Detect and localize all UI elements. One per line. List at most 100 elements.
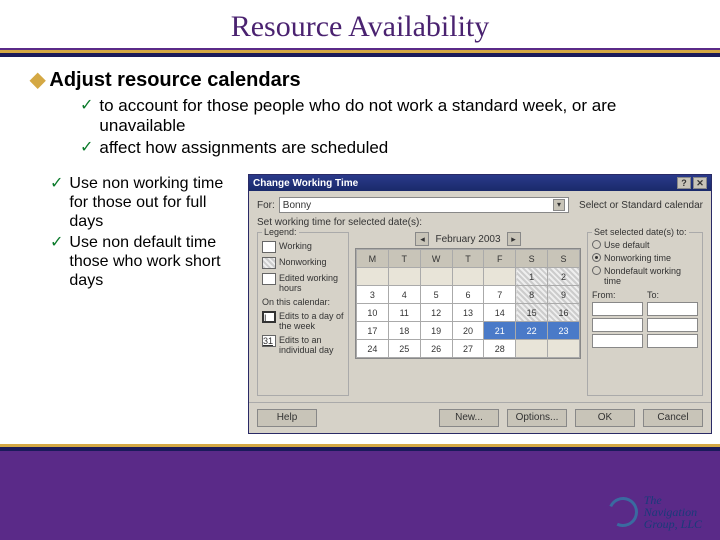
help-icon[interactable]: ? bbox=[677, 177, 691, 189]
legend-swatch-working bbox=[262, 241, 276, 253]
calendar-day[interactable]: 10 bbox=[357, 304, 389, 322]
calendar-day[interactable]: 28 bbox=[484, 340, 516, 358]
calendar-grid[interactable]: MTWTFSS123456789101112131415161718192021… bbox=[355, 248, 581, 359]
to-input[interactable] bbox=[647, 334, 698, 348]
opts-title: Set selected date(s) to: bbox=[592, 227, 689, 237]
next-month-button[interactable]: ▸ bbox=[507, 232, 521, 246]
calendar-day[interactable]: 19 bbox=[420, 322, 452, 340]
prev-month-button[interactable]: ◂ bbox=[415, 232, 429, 246]
for-select-value: Bonny bbox=[283, 200, 311, 211]
sub-bullet-text: Use non default time those who work shor… bbox=[69, 233, 240, 290]
dialog-title: Change Working Time bbox=[253, 178, 358, 189]
calendar-day[interactable]: 27 bbox=[452, 340, 484, 358]
to-input[interactable] bbox=[647, 318, 698, 332]
main-bullet: ◆ Adjust resource calendars bbox=[30, 69, 690, 92]
calendar-day[interactable] bbox=[548, 340, 580, 358]
calendar-day[interactable] bbox=[420, 268, 452, 286]
calendar-day[interactable]: 5 bbox=[420, 286, 452, 304]
from-input[interactable] bbox=[592, 318, 643, 332]
sub-bullet: ✓ Use non working time for those out for… bbox=[50, 174, 240, 231]
calendar-day[interactable] bbox=[388, 268, 420, 286]
calendar: ◂ February 2003 ▸ MTWTFSS123456789101112… bbox=[355, 232, 581, 396]
calendar-day[interactable]: 12 bbox=[420, 304, 452, 322]
calendar-day[interactable]: 1 bbox=[516, 268, 548, 286]
to-input[interactable] bbox=[647, 302, 698, 316]
for-label: For: bbox=[257, 200, 275, 211]
sub-bullet-text: affect how assignments are scheduled bbox=[99, 138, 388, 158]
title-area: Resource Availability bbox=[0, 0, 720, 48]
sub-bullet: ✓ Use non default time those who work sh… bbox=[50, 233, 240, 290]
legend-box: Legend: Working Nonworking Edited workin… bbox=[257, 232, 349, 396]
calendar-day[interactable] bbox=[452, 268, 484, 286]
sub-bullet: ✓ affect how assignments are scheduled bbox=[80, 138, 690, 158]
globe-icon bbox=[608, 497, 638, 527]
sub-bullet-text: to account for those people who do not w… bbox=[99, 96, 690, 136]
sub-bullet-text: Use non working time for those out for f… bbox=[69, 174, 240, 231]
ok-button[interactable]: OK bbox=[575, 409, 635, 427]
footer-logo: The Navigation Group, LLC bbox=[608, 494, 702, 530]
month-label: February 2003 bbox=[435, 234, 500, 245]
calendar-day[interactable]: 25 bbox=[388, 340, 420, 358]
calendar-day[interactable]: 13 bbox=[452, 304, 484, 322]
calendar-day[interactable] bbox=[516, 340, 548, 358]
radio-use-default[interactable]: Use default bbox=[592, 240, 698, 250]
footer-underline bbox=[0, 444, 720, 451]
to-label: To: bbox=[647, 290, 698, 300]
check-icon: ✓ bbox=[80, 96, 93, 116]
help-button[interactable]: Help bbox=[257, 409, 317, 427]
calendar-day[interactable]: 17 bbox=[357, 322, 389, 340]
check-icon: ✓ bbox=[80, 138, 93, 158]
base-calendar-label: Select or Standard calendar bbox=[579, 200, 703, 211]
title-underline bbox=[0, 50, 720, 57]
calendar-day[interactable]: 8 bbox=[516, 286, 548, 304]
calendar-day[interactable]: 16 bbox=[548, 304, 580, 322]
calendar-day[interactable]: 11 bbox=[388, 304, 420, 322]
chevron-down-icon: ▾ bbox=[553, 199, 565, 211]
from-input[interactable] bbox=[592, 302, 643, 316]
from-label: From: bbox=[592, 290, 643, 300]
radio-nonworking[interactable]: Nonworking time bbox=[592, 253, 698, 263]
calendar-day[interactable] bbox=[357, 268, 389, 286]
calendar-day[interactable]: 21 bbox=[484, 322, 516, 340]
calendar-day[interactable]: 24 bbox=[357, 340, 389, 358]
for-select[interactable]: Bonny ▾ bbox=[279, 197, 569, 213]
close-icon[interactable]: ✕ bbox=[693, 177, 707, 189]
sub-list-top: ✓ to account for those people who do not… bbox=[80, 96, 690, 158]
date-options: Set selected date(s) to: Use default Non… bbox=[587, 232, 703, 396]
legend-swatch-edited bbox=[262, 273, 276, 285]
content-upper: ◆ Adjust resource calendars ✓ to account… bbox=[0, 57, 720, 170]
calendar-day[interactable]: 2 bbox=[548, 268, 580, 286]
main-bullet-text: Adjust resource calendars bbox=[49, 69, 300, 92]
calendar-day[interactable]: 26 bbox=[420, 340, 452, 358]
from-input[interactable] bbox=[592, 334, 643, 348]
lower-row: ✓ Use non working time for those out for… bbox=[0, 170, 720, 438]
calendar-day[interactable]: 7 bbox=[484, 286, 516, 304]
dialog-titlebar[interactable]: Change Working Time ? ✕ bbox=[249, 175, 711, 191]
calendar-day[interactable]: 3 bbox=[357, 286, 389, 304]
calendar-day[interactable]: 4 bbox=[388, 286, 420, 304]
calendar-day[interactable]: 15 bbox=[516, 304, 548, 322]
calendar-day[interactable]: 14 bbox=[484, 304, 516, 322]
calendar-day[interactable]: 9 bbox=[548, 286, 580, 304]
new-button[interactable]: New... bbox=[439, 409, 499, 427]
calendar-day[interactable]: 22 bbox=[516, 322, 548, 340]
change-working-time-dialog: Change Working Time ? ✕ For: Bonny ▾ Sel… bbox=[248, 174, 712, 434]
radio-nondefault[interactable]: Nondefault working time bbox=[592, 266, 698, 286]
calendar-day[interactable]: 20 bbox=[452, 322, 484, 340]
legend-swatch-individual: 31 bbox=[262, 335, 276, 347]
logo-text: The Navigation Group, LLC bbox=[644, 494, 702, 530]
calendar-day[interactable]: 6 bbox=[452, 286, 484, 304]
legend-title: Legend: bbox=[262, 227, 299, 237]
slide-title: Resource Availability bbox=[0, 10, 720, 44]
calendar-day[interactable] bbox=[484, 268, 516, 286]
calendar-day[interactable]: 23 bbox=[548, 322, 580, 340]
options-button[interactable]: Options... bbox=[507, 409, 567, 427]
calendar-day[interactable]: 18 bbox=[388, 322, 420, 340]
sub-bullet: ✓ to account for those people who do not… bbox=[80, 96, 690, 136]
legend-swatch-dayofweek: I bbox=[262, 311, 276, 323]
check-icon: ✓ bbox=[50, 174, 63, 194]
legend-swatch-nonworking bbox=[262, 257, 276, 269]
lower-left-bullets: ✓ Use non working time for those out for… bbox=[30, 174, 240, 434]
cancel-button[interactable]: Cancel bbox=[643, 409, 703, 427]
check-icon: ✓ bbox=[50, 233, 63, 253]
